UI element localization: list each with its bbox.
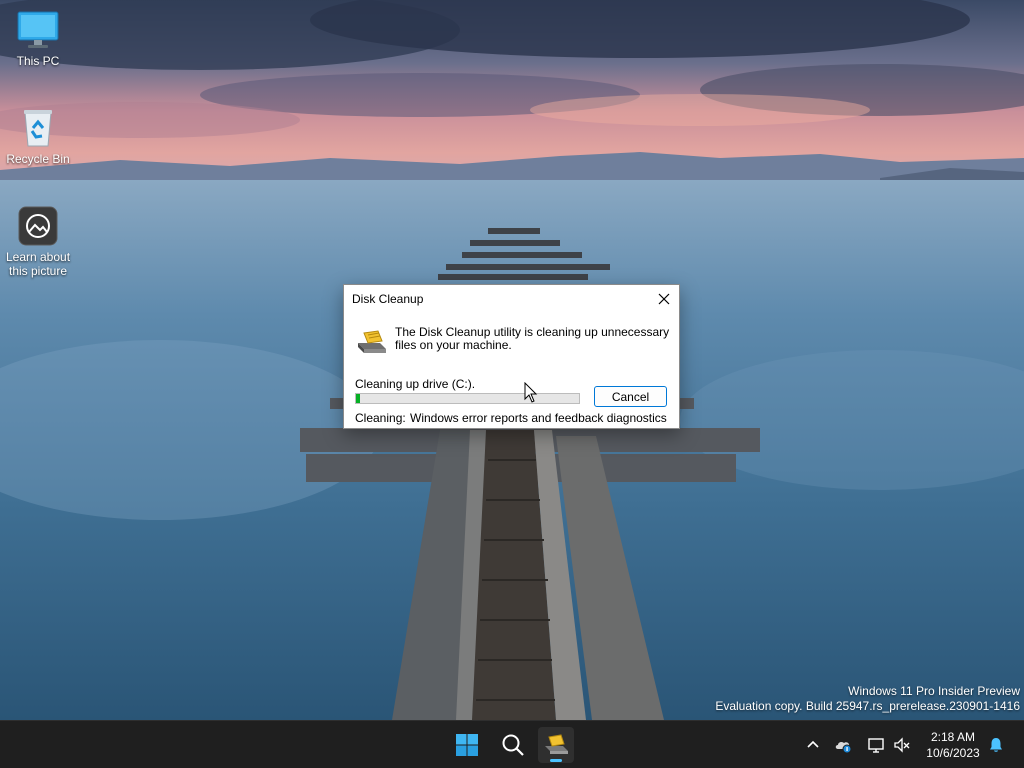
cleaning-item: Windows error reports and feedback diagn… [410, 411, 667, 425]
watermark-build: Evaluation copy. Build 25947.rs_prerelea… [715, 699, 1020, 713]
camera-icon [16, 204, 60, 248]
cloud-icon[interactable] [833, 735, 853, 755]
dialog-message: The Disk Cleanup utility is cleaning up … [395, 325, 670, 352]
desktop-icon-label: This PC [16, 54, 60, 68]
desktop-icon-this-pc[interactable]: This PC [0, 8, 76, 68]
disk-cleanup-icon [356, 327, 388, 355]
dialog-title: Disk Cleanup [352, 292, 424, 306]
notification-bell-icon[interactable] [986, 735, 1006, 755]
start-button[interactable] [449, 727, 485, 763]
search-button[interactable] [495, 727, 531, 763]
active-app-indicator [550, 759, 562, 762]
search-icon [502, 734, 524, 756]
chevron-up-icon[interactable] [803, 735, 823, 755]
dialog-titlebar[interactable]: Disk Cleanup [344, 285, 679, 313]
os-build-watermark: Windows 11 Pro Insider Preview Evaluatio… [715, 684, 1020, 714]
taskbar-disk-cleanup-app[interactable] [538, 727, 574, 763]
cancel-button[interactable]: Cancel [594, 386, 667, 407]
mouse-cursor-icon [524, 382, 538, 403]
drive-status-label: Cleaning up drive (C:). [355, 377, 476, 391]
clock-date: 10/6/2023 [926, 746, 980, 760]
close-icon [658, 293, 670, 305]
desktop: This PC Recycle Bin Learn about this pic… [0, 0, 1024, 720]
disk-cleanup-icon [545, 734, 568, 754]
volume-muted-icon[interactable] [892, 735, 912, 755]
desktop-icon-label-line1: Learn about [5, 250, 71, 264]
cleanup-progress-bar [355, 393, 580, 404]
disk-cleanup-dialog: Disk Cleanup The Disk Cleanup utility is… [343, 284, 680, 429]
cleaning-label: Cleaning: [355, 411, 406, 425]
watermark-edition: Windows 11 Pro Insider Preview [848, 684, 1020, 698]
network-icon[interactable] [866, 735, 886, 755]
windows-start-icon [456, 734, 478, 756]
desktop-icon-learn-about-picture[interactable]: Learn about this picture [0, 204, 76, 278]
desktop-icon-label: Recycle Bin [6, 152, 70, 166]
taskbar-clock[interactable]: 2:18 AM 10/6/2023 [922, 729, 984, 761]
close-button[interactable] [649, 285, 679, 313]
clock-time: 2:18 AM [930, 730, 976, 744]
recycle-bin-icon [16, 106, 60, 150]
desktop-icon-label-line2: this picture [8, 264, 68, 278]
progress-fill [356, 394, 361, 403]
taskbar: 2:18 AM 10/6/2023 [0, 720, 1024, 768]
monitor-icon [16, 8, 60, 52]
desktop-icon-recycle-bin[interactable]: Recycle Bin [0, 106, 76, 166]
